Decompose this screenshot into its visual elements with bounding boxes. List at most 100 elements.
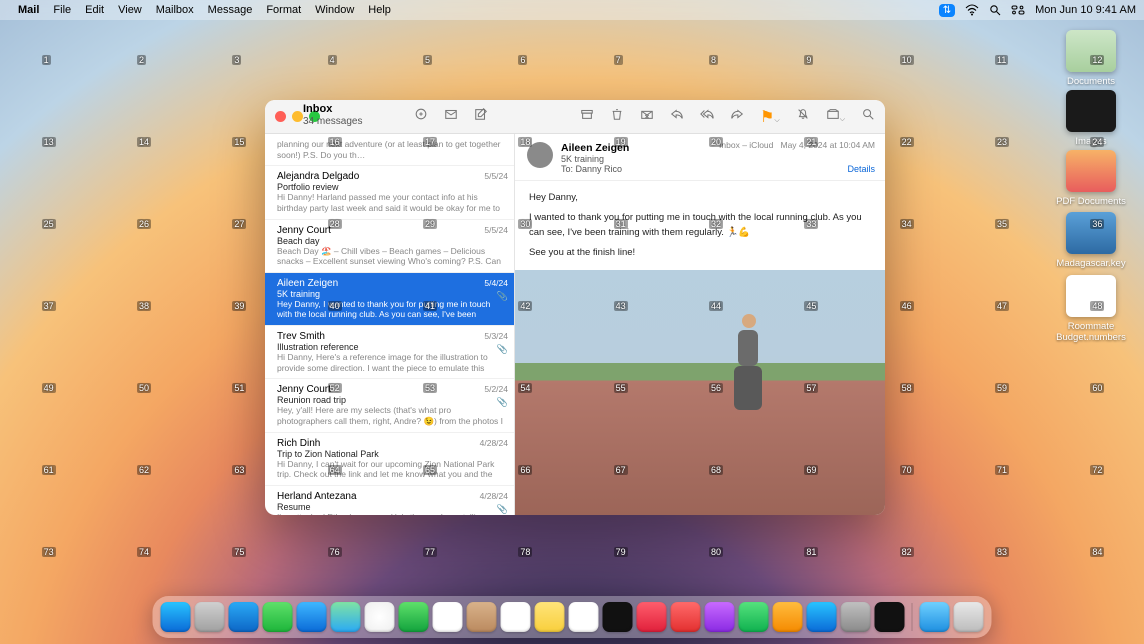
screen-mirroring-icon[interactable]: ⇅ (939, 4, 955, 17)
reader-to-value: Danny Rico (576, 164, 623, 174)
grid-number: 72 (1090, 465, 1104, 475)
grid-number: 6 (518, 55, 527, 65)
grid-number: 8 (709, 55, 718, 65)
grid-number: 38 (137, 301, 151, 311)
menu-file[interactable]: File (53, 4, 71, 16)
spotlight-icon[interactable] (989, 4, 1001, 16)
dock-app-pages[interactable] (773, 602, 803, 632)
dock-app-iphone-mirroring[interactable] (875, 602, 905, 632)
titlebar[interactable]: Inbox 34 messages ⚑⌵ ⌵ (265, 100, 885, 134)
dock-app-system-settings[interactable] (841, 602, 871, 632)
filter-icon[interactable] (414, 107, 428, 126)
search-icon[interactable] (861, 107, 875, 126)
menu-help[interactable]: Help (368, 4, 391, 16)
dock-app-mail[interactable] (297, 602, 327, 632)
dock-app-facetime[interactable] (399, 602, 429, 632)
menu-format[interactable]: Format (266, 4, 301, 16)
dock-app-calendar[interactable] (433, 602, 463, 632)
desktop-file-numbers[interactable]: Roommate Budget.numbers (1056, 275, 1126, 343)
grid-number: 51 (232, 383, 246, 393)
move-icon[interactable]: ⌵ (826, 107, 845, 126)
desktop-folder-documents[interactable]: Documents (1056, 30, 1126, 87)
grid-number: 60 (1090, 383, 1104, 393)
msg-from: Herland Antezana (277, 491, 506, 502)
message-list[interactable]: planning our next adventure (or at least… (265, 134, 515, 515)
dock-app-safari[interactable] (229, 602, 259, 632)
dock-app-finder[interactable] (161, 602, 191, 632)
desktop-file-keynote[interactable]: Madagascar.key (1056, 212, 1126, 269)
dock-app-reminders[interactable] (501, 602, 531, 632)
trash-icon[interactable] (610, 107, 624, 126)
dock-separator (912, 603, 913, 631)
dock-app-podcasts[interactable] (705, 602, 735, 632)
control-center-icon[interactable] (1011, 4, 1025, 16)
grid-number: 39 (232, 301, 246, 311)
dock-app-messages[interactable] (263, 602, 293, 632)
dock-app-music[interactable] (637, 602, 667, 632)
message-row[interactable]: Alejandra Delgado5/5/24Portfolio reviewH… (265, 166, 514, 219)
dock-app-photos[interactable] (365, 602, 395, 632)
attachment-icon: 📎 (497, 291, 508, 302)
grid-number: 37 (42, 301, 56, 311)
dock-app-trash[interactable] (954, 602, 984, 632)
archive-icon[interactable] (580, 107, 594, 126)
msg-preview: Hi Danny, I can't wait for our upcoming … (277, 459, 506, 480)
message-row[interactable]: Aileen Zeigen5/4/24📎5K trainingHey Danny… (265, 273, 514, 326)
msg-preview: Hi Danny, Here's a reference image for t… (277, 352, 506, 373)
reader-body: Hey Danny, I wanted to thank you for put… (515, 181, 885, 270)
forward-icon[interactable] (730, 107, 744, 126)
attachment-image[interactable] (515, 270, 885, 515)
window-minimize-button[interactable] (292, 111, 303, 122)
msg-date: 5/5/24 (484, 171, 508, 181)
wifi-icon[interactable] (965, 4, 979, 16)
menu-mailbox[interactable]: Mailbox (156, 4, 194, 16)
grid-number: 7 (614, 55, 623, 65)
envelope-icon[interactable] (444, 107, 458, 126)
dock-app-launchpad[interactable] (195, 602, 225, 632)
reply-icon[interactable] (670, 107, 684, 126)
window-close-button[interactable] (275, 111, 286, 122)
message-row[interactable]: Trev Smith5/3/24📎Illustration referenceH… (265, 326, 514, 379)
desktop-folder-images[interactable]: Images (1056, 90, 1126, 147)
message-row[interactable]: Herland Antezana4/28/24📎ResumeI've attac… (265, 486, 514, 515)
grid-number: 14 (137, 137, 151, 147)
msg-preview: Hi Danny! Harland passed me your contact… (277, 192, 506, 213)
dock-app-downloads[interactable] (920, 602, 950, 632)
dock-app-maps[interactable] (331, 602, 361, 632)
dock-app-tv[interactable] (603, 602, 633, 632)
desktop-label: Images (1056, 136, 1126, 147)
grid-number: 9 (804, 55, 813, 65)
desktop-label: Documents (1056, 76, 1126, 87)
menu-window[interactable]: Window (315, 4, 354, 16)
grid-number: 62 (137, 465, 151, 475)
message-row[interactable]: Jenny Court5/2/24📎Reunion road tripHey, … (265, 379, 514, 432)
message-row[interactable]: planning our next adventure (or at least… (265, 134, 514, 166)
menubar-clock[interactable]: Mon Jun 10 9:41 AM (1035, 4, 1136, 16)
dock-app-news[interactable] (671, 602, 701, 632)
dock-app-contacts[interactable] (467, 602, 497, 632)
message-row[interactable]: Rich Dinh4/28/24Trip to Zion National Pa… (265, 433, 514, 486)
dock-app-app-store[interactable] (807, 602, 837, 632)
reply-all-icon[interactable] (700, 107, 714, 126)
toolbar: ⚑⌵ ⌵ (414, 107, 875, 127)
dock-app-shortcuts[interactable] (739, 602, 769, 632)
junk-icon[interactable] (640, 107, 654, 126)
grid-number: 10 (900, 55, 914, 65)
grid-number: 5 (423, 55, 432, 65)
menu-view[interactable]: View (118, 4, 142, 16)
desktop-folder-pdf[interactable]: PDF Documents (1056, 150, 1126, 207)
menu-message[interactable]: Message (208, 4, 253, 16)
flag-icon[interactable]: ⚑⌵ (760, 107, 780, 127)
message-row[interactable]: Jenny Court5/5/24Beach dayBeach Day 🏖️ –… (265, 220, 514, 273)
dock-app-freeform[interactable] (569, 602, 599, 632)
menu-app[interactable]: Mail (18, 4, 39, 16)
msg-preview: Hey, y'all! Here are my selects (that's … (277, 405, 506, 426)
details-link[interactable]: Details (847, 164, 875, 174)
sender-avatar[interactable] (527, 142, 553, 168)
grid-number: 71 (995, 465, 1009, 475)
menu-edit[interactable]: Edit (85, 4, 104, 16)
dock-app-notes[interactable] (535, 602, 565, 632)
msg-preview: Beach Day 🏖️ – Chill vibes – Beach games… (277, 246, 506, 267)
compose-icon[interactable] (474, 107, 488, 126)
mute-icon[interactable] (796, 107, 810, 126)
